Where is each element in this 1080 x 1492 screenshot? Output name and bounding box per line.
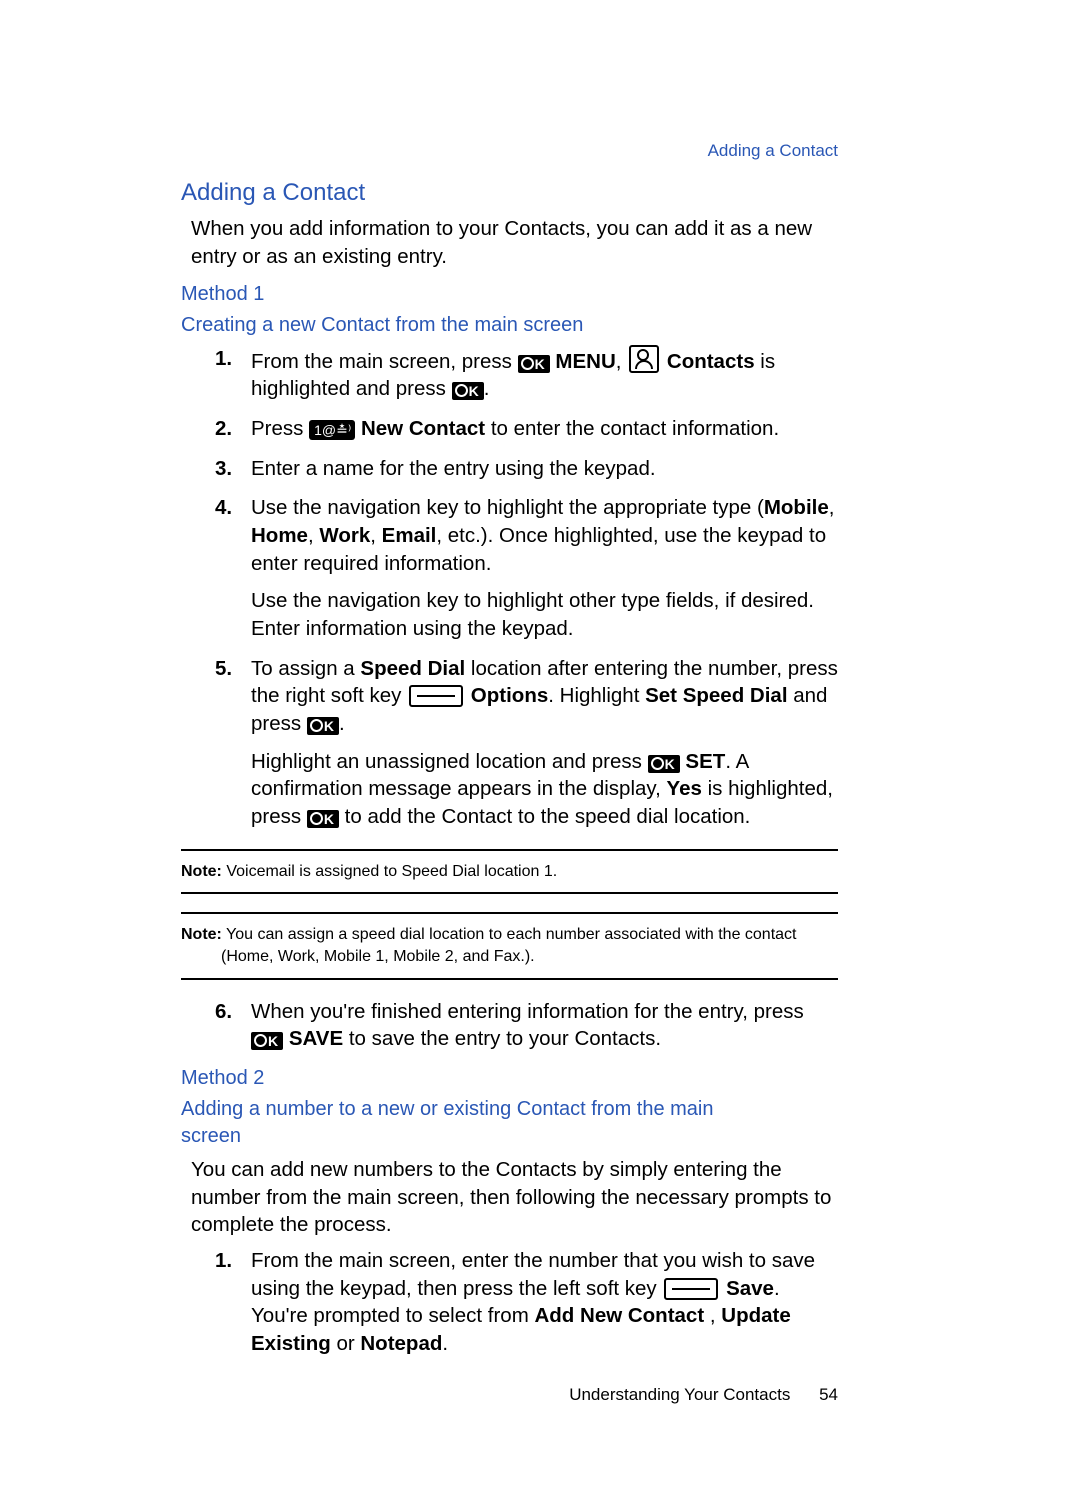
ok-key-icon: K <box>251 1032 283 1050</box>
method1-steps: 1. From the main screen, press K MENU, C… <box>241 345 838 831</box>
ok-key-icon: K <box>307 810 339 828</box>
section-heading: Adding a Contact <box>181 177 838 209</box>
method2-intro: You can add new numbers to the Contacts … <box>191 1156 838 1239</box>
page-footer: Understanding Your Contacts 54 <box>181 1384 838 1407</box>
running-header-link: Adding a Contact <box>181 140 838 163</box>
notepad-label: Notepad <box>360 1332 442 1355</box>
method2-subheading: Adding a number to a new or existing Con… <box>181 1096 741 1150</box>
note-text: You can assign a speed dial location to … <box>221 926 797 965</box>
step-number: 1. <box>215 1247 232 1275</box>
softkey-icon <box>409 685 463 707</box>
set-speed-dial-label: Set Speed Dial <box>645 684 787 707</box>
step-text: . <box>484 377 490 400</box>
step-number: 5. <box>215 655 232 683</box>
manual-page: Adding a Contact Adding a Contact When y… <box>181 140 838 1370</box>
ok-key-icon: K <box>452 382 484 400</box>
step-text: to enter the contact information. <box>485 417 779 440</box>
ok-key-icon: K <box>518 355 550 373</box>
contacts-icon <box>629 345 659 373</box>
step-4-paragraph-2: Use the navigation key to highlight othe… <box>251 587 838 642</box>
method1-steps-continued: 6. When you're finished entering informa… <box>241 998 838 1053</box>
intro-paragraph: When you add information to your Contact… <box>191 215 838 270</box>
step-number: 3. <box>215 455 232 483</box>
step-number: 2. <box>215 415 232 443</box>
note-1: Note: Voicemail is assigned to Speed Dia… <box>181 849 838 895</box>
step-number: 1. <box>215 345 232 373</box>
ok-key-icon: K <box>648 755 680 773</box>
ok-key-icon: K <box>307 717 339 735</box>
type-email: Email <box>382 524 437 547</box>
type-work: Work <box>319 524 370 547</box>
page-number: 54 <box>819 1384 838 1407</box>
step-1: 1. From the main screen, press K MENU, C… <box>251 345 838 403</box>
step-number: 6. <box>215 998 232 1026</box>
speed-dial-label: Speed Dial <box>360 657 465 680</box>
method1-heading: Method 1 <box>181 281 838 308</box>
step-text: . Highlight <box>548 684 645 707</box>
step-2: 2. Press 1@≛⁾ New Contact to enter the c… <box>251 415 838 443</box>
softkey-icon <box>664 1278 718 1300</box>
contacts-label: Contacts <box>661 350 754 373</box>
options-label: Options <box>465 684 548 707</box>
one-key-icon: 1@≛⁾ <box>309 420 355 440</box>
type-home: Home <box>251 524 308 547</box>
method2-steps: 1. From the main screen, enter the numbe… <box>241 1247 838 1358</box>
save-label: SAVE <box>283 1027 343 1050</box>
new-contact-label: New Contact <box>355 417 485 440</box>
note-2: Note: You can assign a speed dial locati… <box>181 912 838 979</box>
set-label: SET <box>680 750 726 773</box>
step-text: , <box>616 350 627 373</box>
type-mobile: Mobile <box>764 496 829 519</box>
step-6: 6. When you're finished entering informa… <box>251 998 838 1053</box>
footer-section: Understanding Your Contacts <box>569 1385 790 1404</box>
m2-step-1: 1. From the main screen, enter the numbe… <box>251 1247 838 1358</box>
method2-heading: Method 2 <box>181 1065 838 1092</box>
step-3: 3. Enter a name for the entry using the … <box>251 455 838 483</box>
step-text: From the main screen, press <box>251 350 518 373</box>
step-5: 5. To assign a Speed Dial location after… <box>251 655 838 831</box>
step-5-paragraph-2: Highlight an unassigned location and pre… <box>251 748 838 831</box>
note-label: Note: <box>181 926 222 943</box>
step-number: 4. <box>215 494 232 522</box>
step-text: to add the Contact to the speed dial loc… <box>339 805 750 828</box>
step-text: Use the navigation key to highlight the … <box>251 496 764 519</box>
note-label: Note: <box>181 863 222 880</box>
menu-label: MENU <box>550 350 616 373</box>
step-4: 4. Use the navigation key to highlight t… <box>251 494 838 642</box>
step-text: . <box>339 712 345 735</box>
step-text: Enter a name for the entry using the key… <box>251 457 656 480</box>
step-text: Press <box>251 417 309 440</box>
add-new-contact-label: Add New Contact <box>534 1304 704 1327</box>
step-text: To assign a <box>251 657 360 680</box>
method1-subheading: Creating a new Contact from the main scr… <box>181 312 838 339</box>
yes-label: Yes <box>667 777 702 800</box>
step-text: When you're finished entering informatio… <box>251 1000 804 1023</box>
note-text: Voicemail is assigned to Speed Dial loca… <box>222 863 557 880</box>
step-text: to save the entry to your Contacts. <box>343 1027 661 1050</box>
save-softkey-label: Save <box>720 1277 774 1300</box>
step-text: Highlight an unassigned location and pre… <box>251 750 648 773</box>
